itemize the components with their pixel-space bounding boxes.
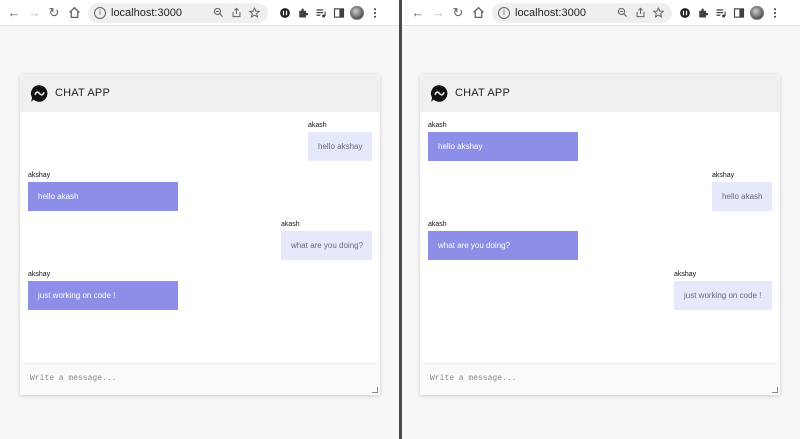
message-list: akash hello akshay akshay hello akash ak… (20, 112, 380, 362)
profile-avatar[interactable] (348, 3, 366, 23)
share-icon[interactable] (228, 5, 244, 21)
message-sender: akash (428, 122, 447, 129)
chat-card: CHAT APP akash hello akshay akshay hello… (420, 74, 780, 395)
message-item: akshay just working on code ! (28, 271, 178, 310)
media-playlist-icon[interactable] (312, 3, 330, 23)
message-item: akshay just working on code ! (674, 271, 772, 310)
extension-shield-icon[interactable] (676, 3, 694, 23)
chat-card: CHAT APP akash hello akshay akshay hello… (20, 74, 380, 395)
back-arrow-icon[interactable]: ← (4, 3, 24, 23)
message-bubble: hello akash (28, 182, 178, 211)
zoom-icon[interactable] (614, 5, 630, 21)
chat-header: CHAT APP (20, 74, 380, 112)
home-icon[interactable] (64, 3, 84, 23)
bookmark-star-icon[interactable] (246, 5, 262, 21)
zoom-icon[interactable] (210, 5, 226, 21)
reload-icon[interactable]: ↻ (448, 3, 468, 23)
message-bubble: hello akshay (428, 132, 578, 161)
profile-avatar[interactable] (748, 3, 766, 23)
message-input[interactable] (420, 364, 780, 395)
message-bubble: just working on code ! (28, 281, 178, 310)
extensions-puzzle-icon[interactable] (694, 3, 712, 23)
address-bar[interactable]: i localhost:3000 (88, 2, 268, 23)
message-list: akash hello akshay akshay hello akash ak… (420, 112, 780, 362)
message-bubble: what are you doing? (281, 231, 372, 260)
message-sender: akshay (674, 271, 697, 278)
window-divider (399, 0, 402, 439)
message-sender: akash (281, 221, 300, 228)
forward-arrow-icon[interactable]: → (428, 3, 448, 23)
chat-title: CHAT APP (455, 87, 510, 99)
browser-toolbar: ← → ↻ i localhost:3000 (400, 0, 800, 26)
chat-logo-icon (430, 84, 448, 102)
menu-kebab-icon[interactable] (366, 3, 384, 23)
message-sender: akash (428, 221, 447, 228)
message-sender: akshay (712, 172, 735, 179)
address-bar[interactable]: i localhost:3000 (492, 2, 672, 23)
message-bubble: just working on code ! (674, 281, 772, 310)
browser-window-right: ← → ↻ i localhost:3000 CHAT APP akash he… (400, 0, 800, 439)
message-bubble: what are you doing? (428, 231, 578, 260)
side-panel-icon[interactable] (730, 3, 748, 23)
message-item: akshay hello akash (712, 172, 772, 211)
message-item: akash hello akshay (428, 122, 578, 161)
resize-handle[interactable] (372, 387, 378, 393)
chat-logo-icon (30, 84, 48, 102)
side-panel-icon[interactable] (330, 3, 348, 23)
address-url: localhost:3000 (515, 6, 586, 19)
message-sender: akshay (28, 172, 51, 179)
message-sender: akshay (28, 271, 51, 278)
bookmark-star-icon[interactable] (650, 5, 666, 21)
reload-icon[interactable]: ↻ (44, 3, 64, 23)
message-item: akash hello akshay (308, 122, 372, 161)
address-url: localhost:3000 (111, 6, 182, 19)
message-input[interactable] (20, 364, 380, 395)
browser-window-left: ← → ↻ i localhost:3000 CHAT APP akash he… (0, 0, 400, 439)
message-bubble: hello akash (712, 182, 772, 211)
share-icon[interactable] (632, 5, 648, 21)
chat-title: CHAT APP (55, 87, 110, 99)
forward-arrow-icon[interactable]: → (24, 3, 44, 23)
message-item: akash what are you doing? (428, 221, 578, 260)
message-sender: akash (308, 122, 327, 129)
info-icon[interactable]: i (498, 6, 510, 19)
info-icon[interactable]: i (94, 6, 106, 19)
resize-handle[interactable] (772, 387, 778, 393)
message-composer (420, 363, 780, 395)
message-item: akash what are you doing? (281, 221, 372, 260)
browser-toolbar: ← → ↻ i localhost:3000 (0, 0, 400, 26)
home-icon[interactable] (468, 3, 488, 23)
extension-shield-icon[interactable] (276, 3, 294, 23)
extensions-puzzle-icon[interactable] (294, 3, 312, 23)
message-item: akshay hello akash (28, 172, 178, 211)
menu-kebab-icon[interactable] (766, 3, 784, 23)
message-composer (20, 363, 380, 395)
screen: ← → ↻ i localhost:3000 CHAT APP akash he… (0, 0, 800, 439)
media-playlist-icon[interactable] (712, 3, 730, 23)
back-arrow-icon[interactable]: ← (408, 3, 428, 23)
chat-header: CHAT APP (420, 74, 780, 112)
message-bubble: hello akshay (308, 132, 372, 161)
